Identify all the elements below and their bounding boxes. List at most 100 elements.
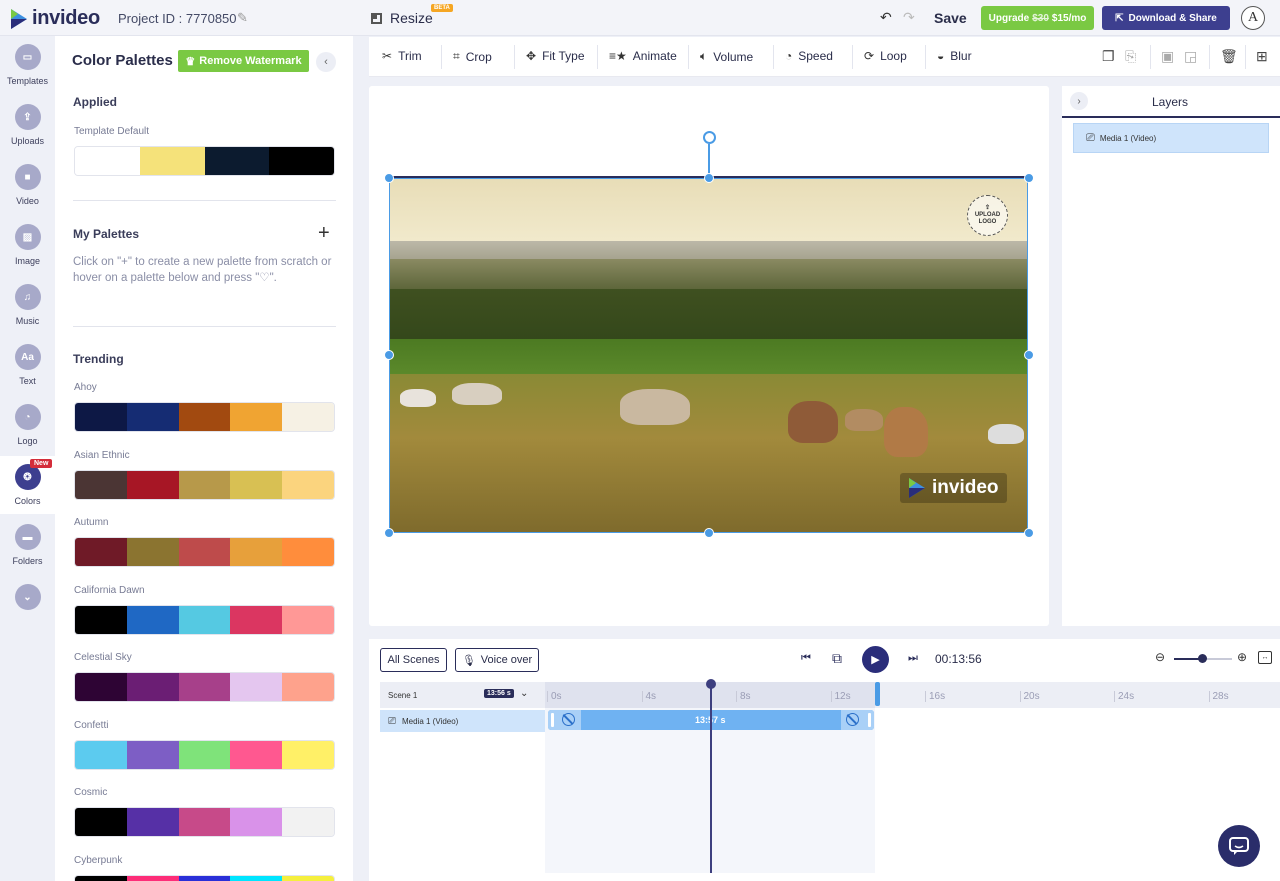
time-ruler[interactable]: 0s 4s 8s 12s 16s 20s 24s 28s [545,682,1280,708]
tool-blur-button[interactable]: ◒ Blur [937,49,972,63]
skip-back-icon[interactable]: ⏮︎ [801,652,811,665]
color-swatch[interactable] [230,605,283,634]
color-swatch[interactable] [126,740,179,769]
color-swatch[interactable] [230,403,283,431]
zoom-in-icon[interactable]: ⊕ [1237,650,1247,664]
resize-handle-top-left[interactable] [384,173,394,183]
nav-item-folders[interactable]: ▬ Folders [0,516,55,574]
color-swatch[interactable] [139,147,205,175]
bring-forward-icon[interactable]: ❐ [1102,48,1115,65]
clip-trim-left[interactable] [548,710,581,730]
resize-handle-bottom-right[interactable] [1024,528,1034,538]
nav-item-logo[interactable]: ◔ Logo [0,396,55,454]
upgrade-button[interactable]: Upgrade $30 $15/mo [981,6,1094,30]
palette-swatches[interactable] [74,739,335,770]
color-swatch[interactable] [178,605,231,634]
clip-trim-right[interactable] [841,710,874,730]
video-preview[interactable]: ⇪ UPLOAD LOGO invideo [389,178,1028,533]
scene-end-marker[interactable] [875,682,880,706]
tool-animate-button[interactable]: ≡★ Animate [609,49,677,63]
color-swatch[interactable] [282,538,334,566]
color-swatch[interactable] [126,875,179,881]
resize-handle-right[interactable] [1024,350,1034,360]
add-palette-icon[interactable]: + [318,222,330,245]
color-swatch[interactable] [75,808,127,836]
color-swatch[interactable] [126,470,179,499]
redo-icon[interactable]: ↷ [903,9,915,26]
nav-item-music[interactable]: ♫ Music [0,276,55,334]
fit-timeline-icon[interactable]: ↔ [1258,651,1272,664]
scene-row[interactable]: Scene 1 13:56 s ⌄ [380,682,545,708]
color-swatch[interactable] [178,808,231,836]
color-swatch[interactable] [75,605,127,634]
color-swatch[interactable] [269,147,334,175]
color-swatch[interactable] [282,470,334,499]
nav-item-templates[interactable]: ▭ Templates [0,36,55,94]
invideo-logo[interactable]: invideo [10,7,100,30]
nav-item-uploads[interactable]: ⇪ Uploads [0,96,55,154]
zoom-slider-handle[interactable] [1198,654,1207,663]
undo-icon[interactable]: ↶ [880,9,892,26]
color-swatch[interactable] [230,470,283,499]
play-button[interactable]: ▶ [862,646,889,673]
color-swatch[interactable] [178,673,231,701]
remove-watermark-button[interactable]: ♛ Remove Watermark [178,50,309,72]
color-swatch[interactable] [282,740,334,769]
upload-logo-placeholder[interactable]: ⇪ UPLOAD LOGO [967,195,1008,236]
layers-toggle-button[interactable]: › [1070,92,1088,110]
color-swatch[interactable] [126,808,179,836]
palette-swatches[interactable] [74,874,335,881]
color-swatch[interactable] [126,538,179,566]
skip-forward-icon[interactable]: ⏭︎ [908,652,918,665]
chevron-down-icon[interactable]: ⌄ [520,688,528,699]
resize-handle-bottom[interactable] [704,528,714,538]
color-swatch[interactable] [282,875,334,881]
tool-speed-button[interactable]: ◔ Speed [785,49,833,63]
color-swatch[interactable] [282,605,334,634]
color-swatch[interactable] [126,605,179,634]
all-scenes-button[interactable]: All Scenes [380,648,447,672]
avatar[interactable]: A [1241,6,1265,30]
save-button[interactable]: Save [934,10,967,26]
color-swatch[interactable] [230,740,283,769]
media-track-row[interactable]: ⎚ Media 1 (Video) [380,710,545,732]
color-swatch[interactable] [75,470,127,499]
palette-swatches[interactable] [74,469,335,500]
color-swatch[interactable] [230,808,283,836]
tool-volume-button[interactable]: 🔈︎ Volume [700,49,753,64]
palette-swatches[interactable] [74,672,335,702]
palette-swatches[interactable] [74,807,335,837]
nav-item-video[interactable]: ■ Video [0,156,55,214]
resize-handle-top[interactable] [704,173,714,183]
color-swatch[interactable] [282,403,334,431]
color-swatch[interactable] [282,808,334,836]
color-swatch[interactable] [178,875,231,881]
rotate-handle[interactable] [703,131,716,144]
color-swatch[interactable] [75,875,127,881]
nav-item-colors[interactable]: ❂ Colors New [0,456,55,514]
nav-item-image[interactable]: ▨ Image [0,216,55,274]
resize-handle-top-right[interactable] [1024,173,1034,183]
zoom-out-icon[interactable]: ⊖ [1155,650,1165,664]
color-swatch[interactable] [126,673,179,701]
preview-scene-icon[interactable]: ⧉ [832,650,842,667]
palette-swatches[interactable] [74,402,335,432]
playhead-handle[interactable] [706,679,716,689]
tool-trim-button[interactable]: ✂ Trim [382,49,422,63]
color-swatch[interactable] [75,673,127,701]
resize-handle-bottom-left[interactable] [384,528,394,538]
chat-support-button[interactable] [1218,825,1260,867]
resize-button[interactable]: Resize [371,10,433,26]
color-swatch[interactable] [230,538,283,566]
color-swatch[interactable] [126,403,179,431]
resize-handle-left[interactable] [384,350,394,360]
color-swatch[interactable] [282,673,334,701]
color-swatch[interactable] [75,147,140,175]
color-swatch[interactable] [204,147,270,175]
grid-icon[interactable]: ⊞ [1256,48,1268,65]
color-swatch[interactable] [178,538,231,566]
layer-front-icon[interactable]: ◲ [1184,48,1197,65]
nav-more[interactable]: ⌄ [0,576,55,634]
color-swatch[interactable] [75,538,127,566]
palette-swatches[interactable] [74,537,335,567]
